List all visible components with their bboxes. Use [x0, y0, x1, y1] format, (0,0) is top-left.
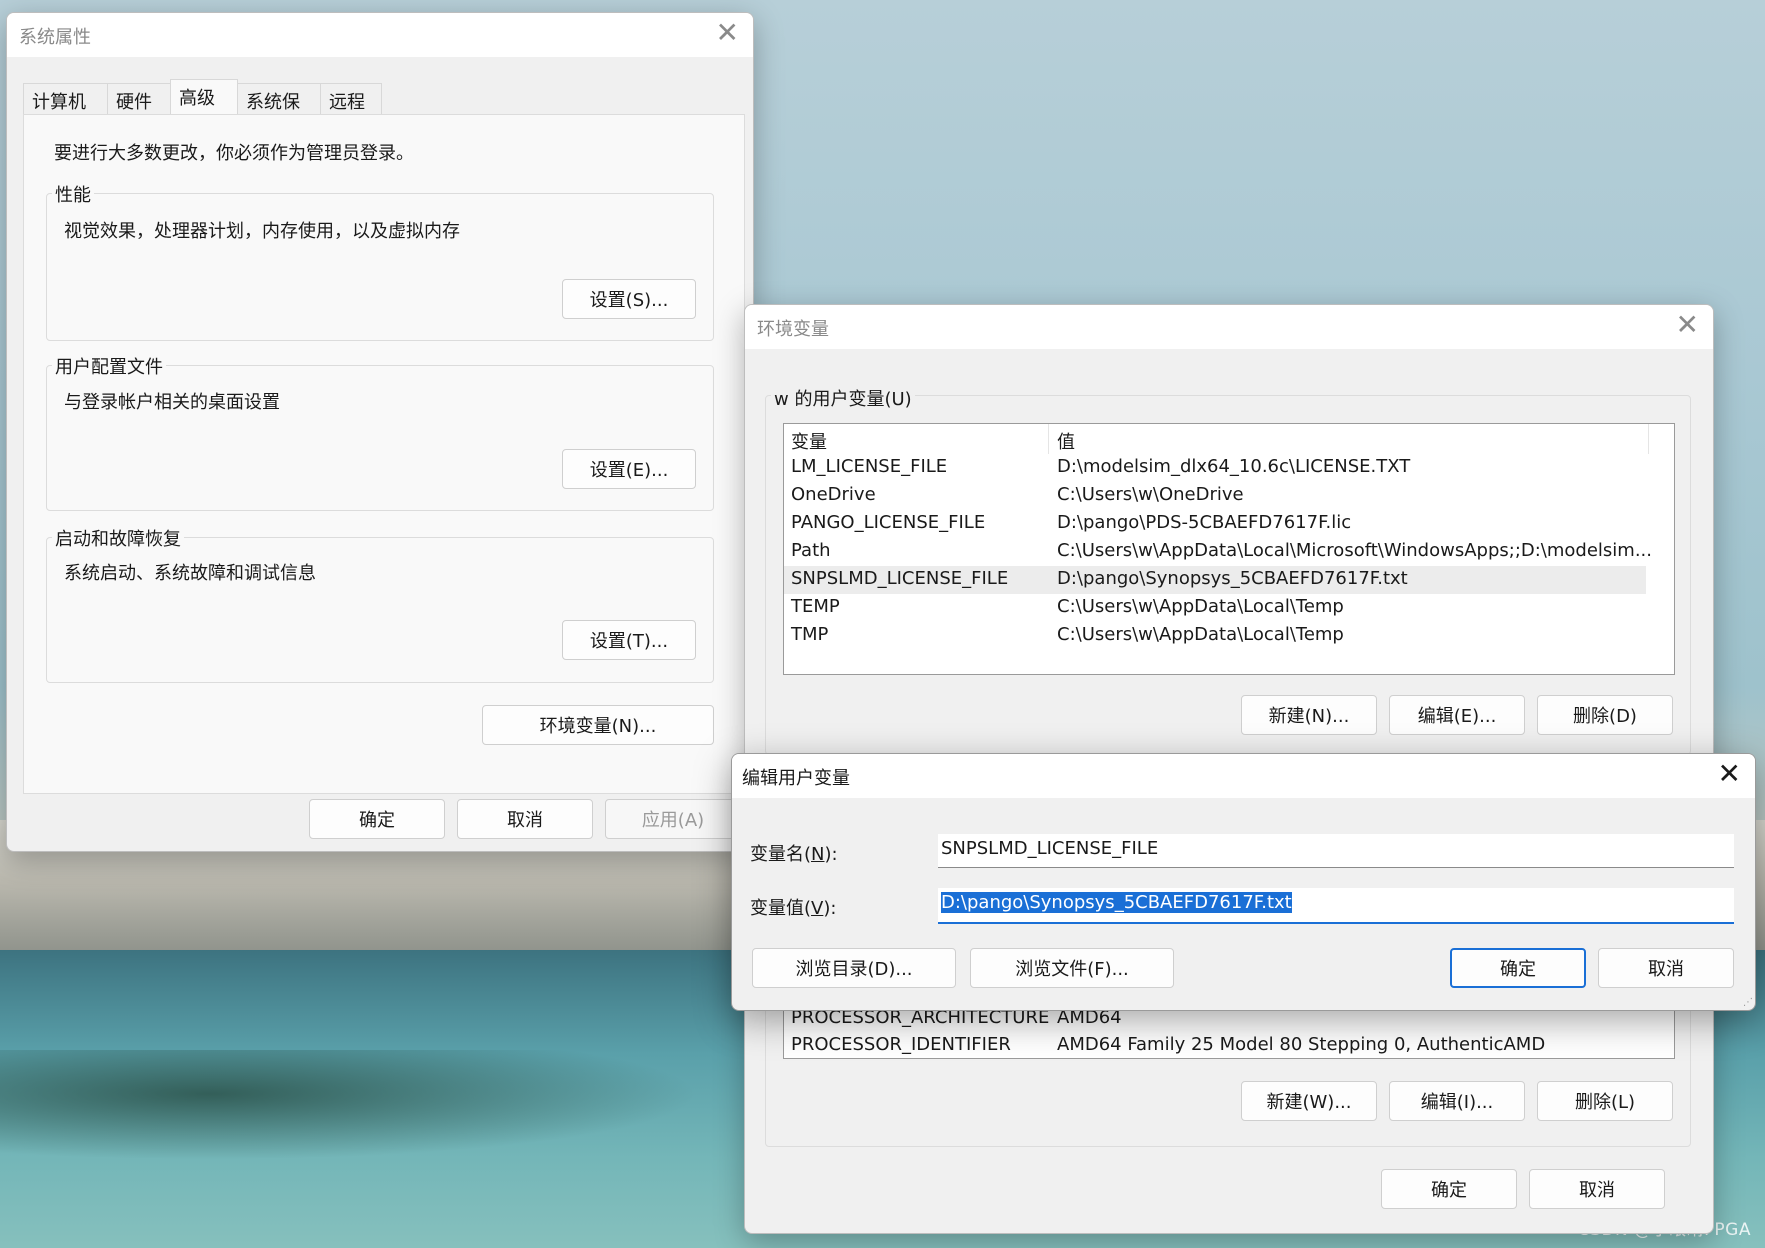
system-variables-list[interactable]: PROCESSOR_ARCHITECTURE AMD64 PROCESSOR_I… — [783, 1005, 1675, 1059]
tab-advanced[interactable]: 高级 — [170, 79, 238, 115]
list-item[interactable]: OneDrive C:\Users\w\OneDrive — [784, 482, 1646, 510]
system-properties-apply-button[interactable]: 应用(A) — [605, 799, 741, 839]
close-icon[interactable]: ✕ — [1676, 311, 1699, 339]
user-variables-list[interactable]: 变量 值 LM_LICENSE_FILE D:\modelsim_dlx64_1… — [783, 423, 1675, 675]
environment-variables-title: 环境变量 — [757, 319, 829, 340]
tab-hardware[interactable]: 硬件 — [107, 83, 171, 115]
background-trees — [0, 1050, 700, 1160]
startup-recovery-description: 系统启动、系统故障和调试信息 — [64, 563, 316, 584]
user-delete-button[interactable]: 删除(D) — [1537, 695, 1673, 735]
edit-user-variable-dialog: 编辑用户变量 ✕ 变量名(N): SNPSLMD_LICENSE_FILE 变量… — [731, 753, 1756, 1011]
system-new-button[interactable]: 新建(W)... — [1241, 1081, 1377, 1121]
performance-description: 视觉效果，处理器计划，内存使用，以及虚拟内存 — [64, 221, 460, 242]
startup-recovery-settings-button[interactable]: 设置(T)... — [562, 620, 696, 660]
browse-file-button[interactable]: 浏览文件(F)... — [970, 948, 1174, 988]
system-delete-button[interactable]: 删除(L) — [1537, 1081, 1673, 1121]
tab-remote[interactable]: 远程 — [320, 83, 382, 115]
list-item[interactable]: LM_LICENSE_FILE D:\modelsim_dlx64_10.6c\… — [784, 454, 1646, 482]
system-properties-ok-button[interactable]: 确定 — [309, 799, 445, 839]
list-item[interactable]: PROCESSOR_IDENTIFIER AMD64 Family 25 Mod… — [784, 1032, 1646, 1058]
user-variables-label: w 的用户变量(U) — [771, 385, 915, 411]
admin-note: 要进行大多数更改，你必须作为管理员登录。 — [54, 143, 414, 164]
startup-recovery-label: 启动和故障恢复 — [52, 525, 184, 551]
user-profiles-label: 用户配置文件 — [52, 353, 166, 379]
edit-user-variable-title: 编辑用户变量 — [742, 768, 850, 789]
system-properties-cancel-button[interactable]: 取消 — [457, 799, 593, 839]
advanced-tab-panel: 要进行大多数更改，你必须作为管理员登录。 性能 视觉效果，处理器计划，内存使用，… — [23, 114, 745, 794]
close-icon[interactable]: ✕ — [716, 19, 739, 47]
environment-variables-titlebar: 环境变量 ✕ — [745, 305, 1713, 349]
edit-cancel-button[interactable]: 取消 — [1598, 948, 1734, 988]
system-properties-title: 系统属性 — [19, 27, 91, 48]
list-item-selected[interactable]: SNPSLMD_LICENSE_FILE D:\pango\Synopsys_5… — [784, 566, 1646, 594]
list-item[interactable]: PANGO_LICENSE_FILE D:\pango\PDS-5CBAEFD7… — [784, 510, 1646, 538]
user-new-button[interactable]: 新建(N)... — [1241, 695, 1377, 735]
environment-variables-button[interactable]: 环境变量(N)... — [482, 705, 714, 745]
list-item[interactable]: TMP C:\Users\w\AppData\Local\Temp — [784, 622, 1646, 650]
edit-ok-button[interactable]: 确定 — [1450, 948, 1586, 988]
variable-value-label: 变量值(V): — [750, 898, 837, 919]
close-icon[interactable]: ✕ — [1718, 760, 1741, 788]
system-properties-titlebar: 系统属性 ✕ — [7, 13, 753, 57]
tab-computer-name[interactable]: 计算机名 — [23, 83, 108, 139]
list-item[interactable]: TEMP C:\Users\w\AppData\Local\Temp — [784, 594, 1646, 622]
variable-value-input[interactable]: D:\pango\Synopsys_5CBAEFD7617F.txt — [938, 888, 1734, 924]
variable-name-input[interactable]: SNPSLMD_LICENSE_FILE — [938, 834, 1734, 868]
column-header-value[interactable]: 值 — [1057, 428, 1075, 454]
tab-system-protection[interactable]: 系统保护 — [237, 83, 321, 139]
user-profiles-settings-button[interactable]: 设置(E)... — [562, 449, 696, 489]
list-header: 变量 值 — [784, 424, 1674, 454]
system-edit-button[interactable]: 编辑(I)... — [1389, 1081, 1525, 1121]
system-properties-dialog: 系统属性 ✕ 计算机名 硬件 高级 系统保护 远程 要进行大多数更改，你必须作为… — [6, 12, 754, 852]
browse-directory-button[interactable]: 浏览目录(D)... — [752, 948, 956, 988]
user-edit-button[interactable]: 编辑(E)... — [1389, 695, 1525, 735]
performance-settings-button[interactable]: 设置(S)... — [562, 279, 696, 319]
user-profiles-group — [46, 365, 714, 511]
environment-variables-ok-button[interactable]: 确定 — [1381, 1169, 1517, 1209]
variable-name-label: 变量名(N): — [750, 844, 838, 865]
environment-variables-cancel-button[interactable]: 取消 — [1529, 1169, 1665, 1209]
performance-label: 性能 — [52, 181, 94, 207]
selected-text: D:\pango\Synopsys_5CBAEFD7617F.txt — [941, 892, 1292, 913]
list-item[interactable]: Path C:\Users\w\AppData\Local\Microsoft\… — [784, 538, 1652, 566]
column-header-variable[interactable]: 变量 — [791, 428, 827, 454]
user-profiles-description: 与登录帐户相关的桌面设置 — [64, 392, 280, 413]
resize-grip-icon[interactable]: ⋰ — [1743, 998, 1753, 1008]
edit-user-variable-titlebar: 编辑用户变量 ✕ — [732, 754, 1755, 798]
